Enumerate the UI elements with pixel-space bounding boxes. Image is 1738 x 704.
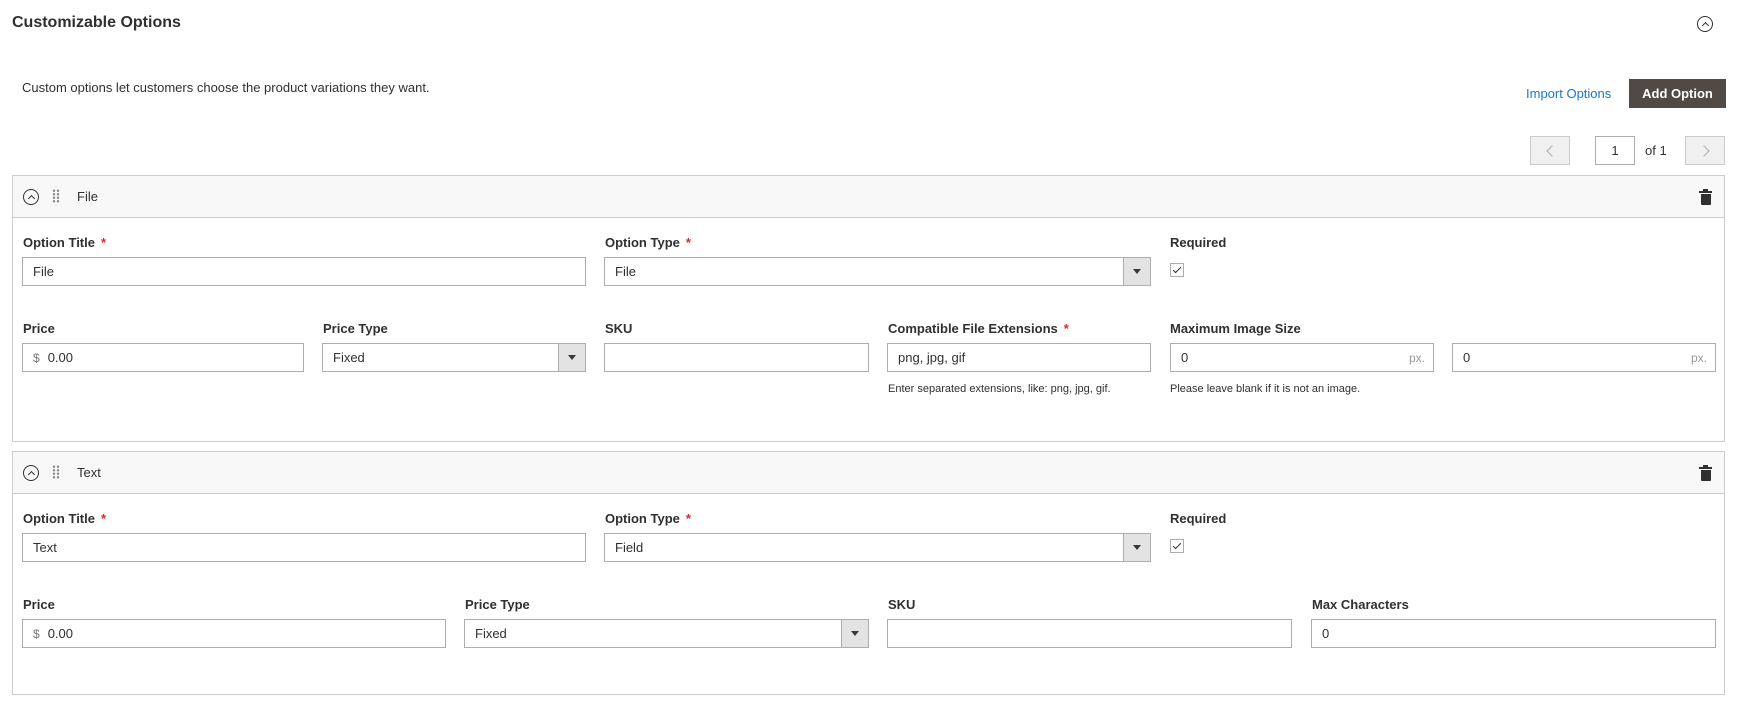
price-label: Price [23,597,55,612]
chevron-up-icon [1701,21,1709,30]
option-type-label: Option Type * [605,511,691,526]
checkmark-icon [1172,540,1182,550]
required-label: Required [1170,235,1227,250]
sku-label: SKU [888,597,916,612]
section-title: Customizable Options [12,14,181,31]
max-characters-input[interactable]: 0 [1311,619,1716,648]
chevron-right-icon [1697,144,1710,157]
option-title-label: Option Title * [23,511,107,526]
pager-prev-button[interactable] [1530,136,1570,165]
price-type-select[interactable]: Fixed [322,343,586,372]
checkmark-icon [1172,264,1182,274]
extensions-note: Enter separated extensions, like: png, j… [888,383,1111,395]
price-type-label: Price Type [323,321,388,336]
chevron-up-icon [27,194,35,203]
required-checkbox[interactable] [1170,263,1184,277]
option-name: Text [77,465,101,480]
option-header-text [13,452,1724,494]
image-height-input[interactable]: 0 px. [1452,343,1716,372]
option-title-label: Option Title * [23,235,107,250]
option-type-select[interactable]: Field [604,533,1151,562]
pager-total: of 1 [1645,143,1667,158]
trash-icon[interactable] [1699,465,1712,481]
sku-input[interactable] [604,343,869,372]
drag-handle-icon[interactable] [52,465,60,479]
extensions-label: Compatible File Extensions * [888,321,1069,336]
sku-label: SKU [605,321,633,336]
image-size-note: Please leave blank if it is not an image… [1170,383,1361,395]
triangle-down-icon [1133,545,1141,550]
price-input[interactable]: $ 0.00 [22,343,304,372]
sku-input[interactable] [887,619,1292,648]
collapse-section-button[interactable] [1697,16,1713,32]
chevron-left-icon [1545,144,1558,157]
price-label: Price [23,321,55,336]
chevron-up-icon [27,470,35,479]
option-title-input[interactable]: File [22,257,586,286]
option-header-file [13,176,1724,218]
section-intro: Custom options let customers choose the … [22,80,430,95]
trash-icon[interactable] [1699,189,1712,205]
collapse-option-button[interactable] [23,189,39,205]
extensions-input[interactable]: png, jpg, gif [887,343,1151,372]
px-suffix: px. [1408,351,1425,365]
max-characters-label: Max Characters [1312,597,1409,612]
pager-next-button[interactable] [1685,136,1725,165]
currency-symbol: $ [33,350,40,365]
triangle-down-icon [851,631,859,636]
price-type-label: Price Type [465,597,530,612]
import-options-link[interactable]: Import Options [1526,86,1611,101]
drag-handle-icon[interactable] [52,189,60,203]
option-type-label: Option Type * [605,235,691,250]
max-image-size-label: Maximum Image Size [1170,321,1301,336]
dropdown-arrow [558,344,585,371]
required-label: Required [1170,511,1227,526]
price-type-select[interactable]: Fixed [464,619,869,648]
currency-symbol: $ [33,626,40,641]
dropdown-arrow [841,620,868,647]
dropdown-arrow [1123,258,1150,285]
pager-page-input[interactable] [1595,136,1635,165]
price-input[interactable]: $ 0.00 [22,619,446,648]
add-option-button[interactable]: Add Option [1629,79,1726,108]
option-type-select[interactable]: File [604,257,1151,286]
px-suffix: px. [1690,351,1707,365]
image-width-input[interactable]: 0 px. [1170,343,1434,372]
triangle-down-icon [568,355,576,360]
collapse-option-button[interactable] [23,465,39,481]
triangle-down-icon [1133,269,1141,274]
option-name: File [77,189,98,204]
required-checkbox[interactable] [1170,539,1184,553]
dropdown-arrow [1123,534,1150,561]
option-title-input[interactable]: Text [22,533,586,562]
